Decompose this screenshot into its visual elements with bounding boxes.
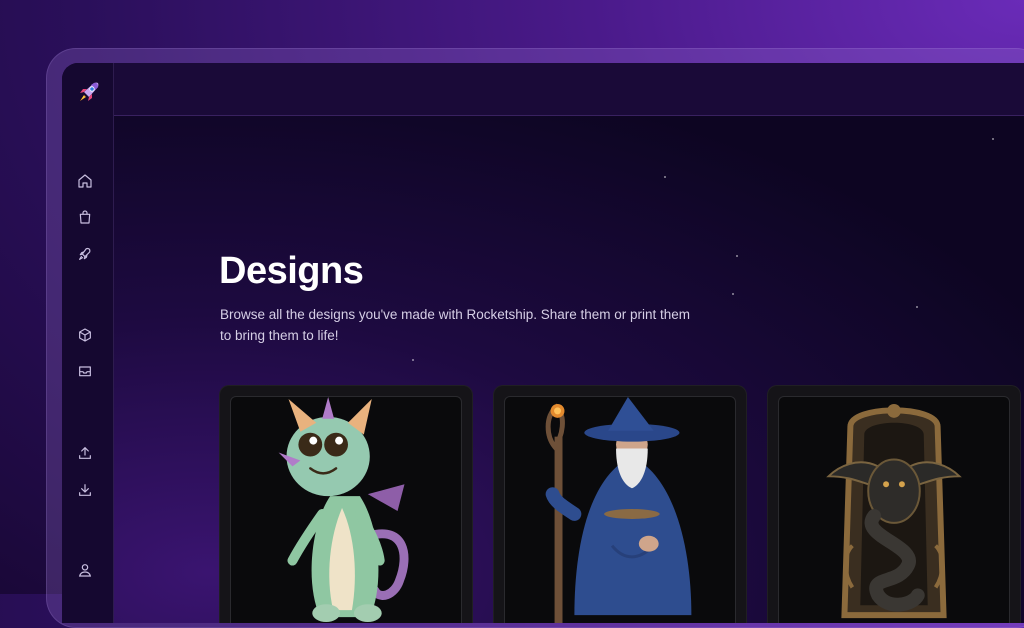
star-decoration xyxy=(664,176,666,178)
design-card[interactable] xyxy=(493,385,747,623)
wizard-with-staff-figurine-image xyxy=(545,397,692,623)
star-decoration xyxy=(916,306,918,308)
app-window: Designs Browse all the designs you've ma… xyxy=(62,63,1024,623)
design-thumbnail xyxy=(778,396,1010,623)
page-description: Browse all the designs you've made with … xyxy=(220,307,691,343)
design-card[interactable] xyxy=(767,385,1021,623)
design-thumbnail xyxy=(230,396,462,623)
star-decoration xyxy=(732,293,734,295)
rocket-logo-icon[interactable] xyxy=(72,77,104,109)
dragon-relief-plaque-image xyxy=(826,403,962,619)
sidebar xyxy=(62,63,114,623)
upload-icon[interactable] xyxy=(76,444,94,462)
main-content: Designs Browse all the designs you've ma… xyxy=(114,116,1024,623)
baby-dragon-figurine-image xyxy=(278,397,409,623)
download-icon[interactable] xyxy=(76,481,94,499)
user-icon[interactable] xyxy=(76,561,94,579)
rocket-icon[interactable] xyxy=(76,245,94,263)
star-decoration xyxy=(736,255,738,257)
star-decoration xyxy=(412,359,414,361)
design-card[interactable] xyxy=(219,385,473,623)
design-thumbnail xyxy=(504,396,736,623)
cube-icon[interactable] xyxy=(76,326,94,344)
shopping-bag-icon[interactable] xyxy=(76,208,94,226)
inbox-icon[interactable] xyxy=(76,362,94,380)
top-bar xyxy=(114,63,1024,116)
home-icon[interactable] xyxy=(76,172,94,190)
page-title: Designs xyxy=(219,250,364,292)
star-decoration xyxy=(992,138,994,140)
